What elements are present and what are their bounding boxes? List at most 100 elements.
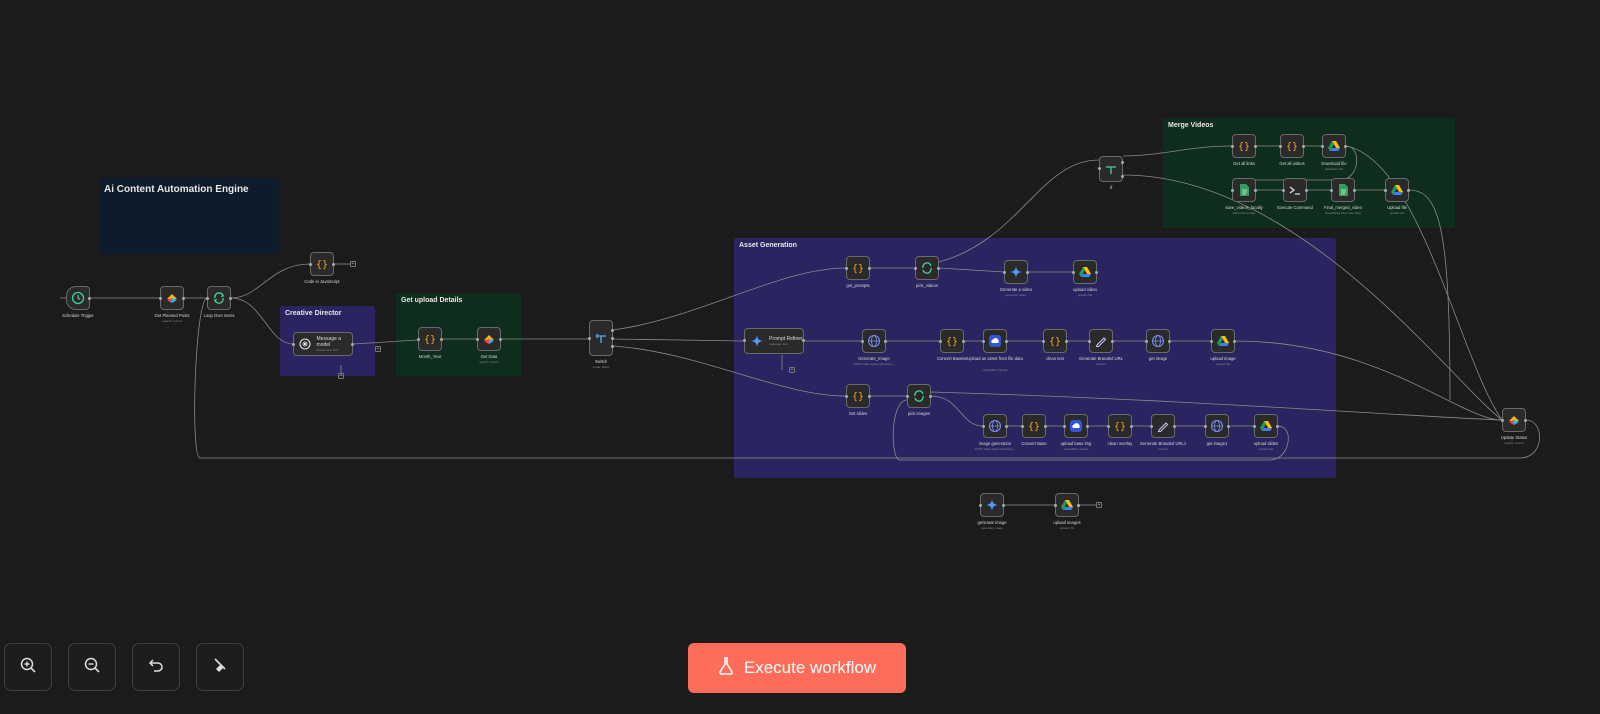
node-generate-image-standalone[interactable]: generate image generate: image [977, 493, 1007, 530]
node-if[interactable]: If [1098, 156, 1124, 190]
node-get-data[interactable]: Get Data search: record [476, 327, 502, 364]
output-port[interactable] [1407, 189, 1410, 192]
input-port[interactable] [1384, 189, 1387, 192]
input-port[interactable] [1330, 189, 1333, 192]
node-get-image[interactable]: get image [1145, 329, 1171, 361]
input-port[interactable] [476, 338, 479, 341]
input-port[interactable] [309, 263, 312, 266]
node-convert-base[interactable]: {} Convert Base [1021, 414, 1047, 446]
sticky-note-upload-details[interactable]: Get upload Details [396, 293, 521, 376]
node-get-slides[interactable]: {} Get slides [845, 384, 871, 416]
input-port[interactable] [417, 338, 420, 341]
input-port[interactable] [1054, 504, 1057, 507]
output-port[interactable] [1121, 175, 1124, 178]
node-update-status[interactable]: Update Status update: record [1501, 408, 1527, 445]
input-port[interactable] [982, 425, 985, 428]
output-port[interactable] [962, 340, 965, 343]
output-port[interactable] [1121, 161, 1124, 164]
node-final-merged-video[interactable]: Final_merged_video Read/Write Files from… [1324, 178, 1362, 215]
output-port[interactable] [1095, 271, 1098, 274]
add-node-button[interactable]: + [375, 346, 381, 352]
output-port[interactable] [884, 340, 887, 343]
input-port[interactable] [1107, 425, 1110, 428]
node-code-in-javascript[interactable]: {} Code in JavaScript [304, 252, 340, 284]
output-port[interactable] [1065, 340, 1068, 343]
input-port[interactable] [206, 297, 209, 300]
output-port[interactable] [1305, 189, 1308, 192]
node-switch[interactable]: Switch mode: Rules [588, 320, 614, 369]
output-port[interactable] [1111, 340, 1114, 343]
node-pick-images[interactable]: pick images [906, 384, 932, 416]
tidy-up-button[interactable] [196, 643, 244, 691]
node-pick-videos[interactable]: pick_videos [914, 256, 940, 288]
add-model-button[interactable]: + [789, 367, 795, 373]
output-port[interactable] [351, 343, 354, 346]
output-port[interactable] [1344, 145, 1347, 148]
input-port[interactable] [845, 267, 848, 270]
node-generate-branded-url1[interactable]: Generate Branded URL1 convert [1140, 414, 1186, 451]
output-port[interactable] [929, 395, 932, 398]
output-port[interactable] [1227, 425, 1230, 428]
input-port[interactable] [914, 267, 917, 270]
node-execute-command[interactable]: Execute Command [1277, 178, 1313, 210]
output-port[interactable] [937, 267, 940, 270]
node-generate-image[interactable]: Generate_Image POST: https://generativel… [854, 329, 894, 366]
add-model-button[interactable]: + [338, 373, 344, 379]
node-get-all-videos[interactable]: {} Get all videos [1279, 134, 1305, 166]
output-port[interactable] [1005, 425, 1008, 428]
output-port[interactable] [1524, 419, 1527, 422]
node-upload-slides[interactable]: upload slides upload: file [1253, 414, 1279, 451]
output-port[interactable] [1002, 504, 1005, 507]
input-port[interactable] [1042, 340, 1045, 343]
output-port[interactable] [332, 263, 335, 266]
input-port[interactable] [1282, 189, 1285, 192]
node-loop-over-items[interactable]: Loop Over Items [204, 286, 234, 318]
output-port[interactable] [1077, 504, 1080, 507]
input-port[interactable] [861, 340, 864, 343]
output-port[interactable] [229, 297, 232, 300]
input-port[interactable] [1231, 189, 1234, 192]
output-port[interactable] [1086, 425, 1089, 428]
zoom-in-button[interactable] [4, 643, 52, 691]
output-port[interactable] [1233, 340, 1236, 343]
input-port[interactable] [906, 395, 909, 398]
input-port[interactable] [292, 343, 295, 346]
output-port[interactable] [1173, 425, 1176, 428]
output-port[interactable] [868, 395, 871, 398]
input-port[interactable] [1204, 425, 1207, 428]
output-port[interactable] [868, 267, 871, 270]
input-port[interactable] [1231, 145, 1234, 148]
node-upload-images[interactable]: upload images upload: file [1053, 493, 1081, 530]
node-upload-video[interactable]: upload video upload: file [1072, 260, 1098, 297]
input-port[interactable] [1501, 419, 1504, 422]
input-port[interactable] [982, 340, 985, 343]
node-schedule-trigger[interactable]: Schedule Trigger [62, 286, 94, 318]
input-port[interactable] [1021, 425, 1024, 428]
node-generate-branded-url[interactable]: Generate Branded URL convert [1079, 329, 1123, 366]
output-port[interactable] [1276, 425, 1279, 428]
input-port[interactable] [159, 297, 162, 300]
node-image-generation[interactable]: image generation POST: https://generativ… [975, 414, 1015, 451]
node-message-a-model[interactable]: Message a model Responses Text [292, 332, 354, 356]
input-port[interactable] [1072, 271, 1075, 274]
output-port[interactable] [611, 345, 614, 348]
node-download-file[interactable]: Download file download: file [1321, 134, 1347, 171]
node-clean-overlay[interactable]: {} clean overlay [1107, 414, 1133, 446]
node-prompt-refiner[interactable]: Prompt Refiner message: text [743, 328, 805, 354]
node-save-videos-locally[interactable]: save_videos_locally Write File to Disk [1225, 178, 1263, 215]
add-node-button[interactable]: + [1096, 502, 1102, 508]
input-port[interactable] [1098, 167, 1101, 170]
output-port[interactable] [1044, 425, 1047, 428]
input-port[interactable] [979, 504, 982, 507]
undo-button[interactable] [132, 643, 180, 691]
input-port[interactable] [1253, 425, 1256, 428]
node-get-image1[interactable]: get image1 [1204, 414, 1230, 446]
input-port[interactable] [1145, 340, 1148, 343]
input-port[interactable] [1150, 425, 1153, 428]
output-port[interactable] [611, 337, 614, 340]
output-port[interactable] [1168, 340, 1171, 343]
input-port[interactable] [1063, 425, 1066, 428]
add-node-button[interactable]: + [350, 261, 356, 267]
execute-workflow-button[interactable]: Execute workflow [688, 643, 906, 693]
input-port[interactable] [588, 337, 591, 340]
